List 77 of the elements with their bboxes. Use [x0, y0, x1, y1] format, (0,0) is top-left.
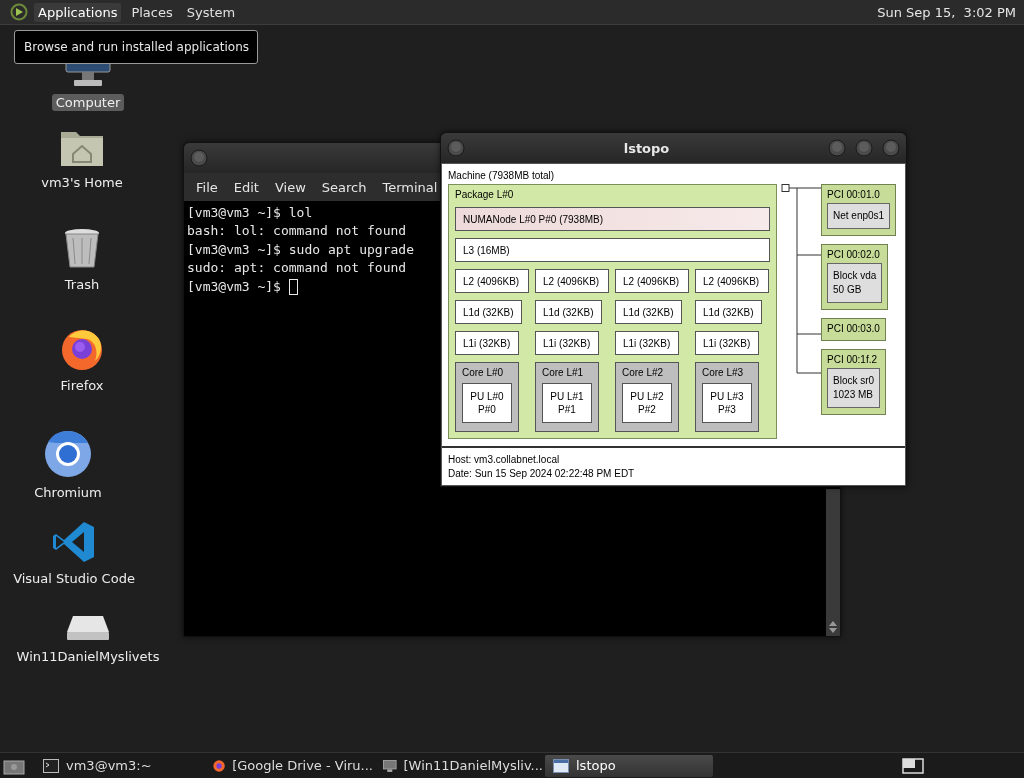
- monitor-icon: [383, 758, 397, 773]
- terminal-icon: [43, 758, 59, 773]
- firefox-icon: [213, 757, 226, 774]
- applications-icon[interactable]: [10, 3, 28, 21]
- date-text: Date: Sun 15 Sep 2024 02:22:48 PM EDT: [448, 467, 636, 481]
- taskbar-button[interactable]: lstopo: [545, 754, 713, 777]
- l1d-cache: L1d (32KB): [615, 300, 682, 324]
- window-menu-button[interactable]: [190, 149, 208, 167]
- scroll-down-icon[interactable]: [829, 628, 837, 634]
- l1i-cache: L1i (32KB): [695, 331, 759, 355]
- host-text: Host: vm3.collabnet.local: [448, 453, 561, 467]
- l3-cache: L3 (16MB): [455, 238, 770, 262]
- desktop-icon-label[interactable]: Win11DanielMyslivets: [12, 648, 164, 665]
- l2-cache: L2 (4096KB): [695, 269, 769, 293]
- desktop-icon-label[interactable]: Computer: [51, 94, 125, 111]
- code-editor-icon: [52, 520, 96, 564]
- text-cursor: [288, 278, 298, 295]
- pci-label: PCI 00:02.0: [827, 249, 881, 260]
- trash-icon: [63, 228, 101, 270]
- pu-box: PU L#1 P#1: [542, 383, 592, 423]
- clock[interactable]: Sun Sep 15, 3:02 PM: [877, 4, 1016, 20]
- taskbar-button[interactable]: [Google Drive - Viru...: [205, 754, 373, 777]
- scroll-up-icon[interactable]: [829, 620, 837, 626]
- workspace-icon[interactable]: [902, 757, 924, 774]
- l1i-cache: L1i (32KB): [455, 331, 519, 355]
- core-label: Core L#2: [622, 367, 665, 378]
- l2-cache: L2 (4096KB): [615, 269, 689, 293]
- pu-box: PU L#3 P#3: [702, 383, 752, 423]
- taskbar-button[interactable]: [Win11DanielMysliv...: [375, 754, 543, 777]
- desktop-icon-label[interactable]: Trash: [60, 276, 104, 293]
- minimize-button[interactable]: [828, 139, 846, 157]
- terminal-menu[interactable]: File: [188, 177, 226, 197]
- pci-label: PCI 00:1f.2: [827, 354, 879, 365]
- terminal-menu[interactable]: Search: [313, 177, 375, 197]
- maximize-button[interactable]: [855, 139, 873, 157]
- scrollbar[interactable]: [826, 489, 840, 636]
- window-menu-button[interactable]: [447, 139, 465, 157]
- window-title: lstopo: [622, 140, 671, 156]
- terminal-line: sudo: apt: command not found: [187, 259, 407, 278]
- core-label: Core L#1: [542, 367, 585, 378]
- terminal-line: bash: lol: command not found: [187, 222, 407, 241]
- panel-menu[interactable]: Applications: [34, 2, 122, 22]
- panel-menu[interactable]: Places: [127, 2, 177, 22]
- terminal-line: [vm3@vm3 ~]$ sudo apt upgrade: [187, 240, 414, 259]
- taskbar-button[interactable]: vm3@vm3:~: [35, 754, 203, 777]
- l1i-cache: L1i (32KB): [615, 331, 679, 355]
- panel-menu[interactable]: System: [182, 2, 240, 22]
- chromium-icon: [44, 430, 92, 478]
- desktop-icon-label[interactable]: Firefox: [56, 377, 108, 394]
- l1d-cache: L1d (32KB): [695, 300, 762, 324]
- numa-node: NUMANode L#0 P#0 (7938MB): [455, 207, 770, 231]
- desktop-icon-label[interactable]: Chromium: [30, 484, 106, 501]
- pci-label: PCI 00:01.0: [827, 189, 881, 200]
- l2-cache: L2 (4096KB): [455, 269, 529, 293]
- terminal-line: [vm3@vm3 ~]$ lol: [187, 204, 313, 222]
- machine-label: Machine (7938MB total): [448, 170, 555, 181]
- l1d-cache: L1d (32KB): [535, 300, 602, 324]
- l1d-cache: L1d (32KB): [455, 300, 522, 324]
- desktop-icon-label[interactable]: Visual Studio Code: [9, 570, 139, 587]
- device-box: Net enp0s1: [827, 203, 891, 229]
- terminal-line: [vm3@vm3 ~]$: [187, 277, 282, 296]
- close-button[interactable]: [882, 139, 900, 157]
- core-label: Core L#3: [702, 367, 745, 378]
- desktop-icon-label[interactable]: vm3's Home: [37, 174, 127, 191]
- terminal-menu[interactable]: Edit: [225, 177, 267, 197]
- window-icon: [553, 758, 569, 773]
- core-label: Core L#0: [462, 367, 505, 378]
- l1i-cache: L1i (32KB): [535, 331, 599, 355]
- tooltip: Browse and run installed applications: [14, 30, 258, 64]
- pu-box: PU L#2 P#2: [622, 383, 672, 423]
- pu-box: PU L#0 P#0: [462, 383, 512, 423]
- device-box: Block vda 50 GB: [827, 263, 883, 303]
- terminal-menu[interactable]: View: [266, 177, 314, 197]
- l2-cache: L2 (4096KB): [535, 269, 609, 293]
- device-box: Block sr0 1023 MB: [827, 368, 881, 408]
- package-label: Package L#0: [455, 189, 515, 200]
- pci-label: PCI 00:03.0: [827, 323, 880, 334]
